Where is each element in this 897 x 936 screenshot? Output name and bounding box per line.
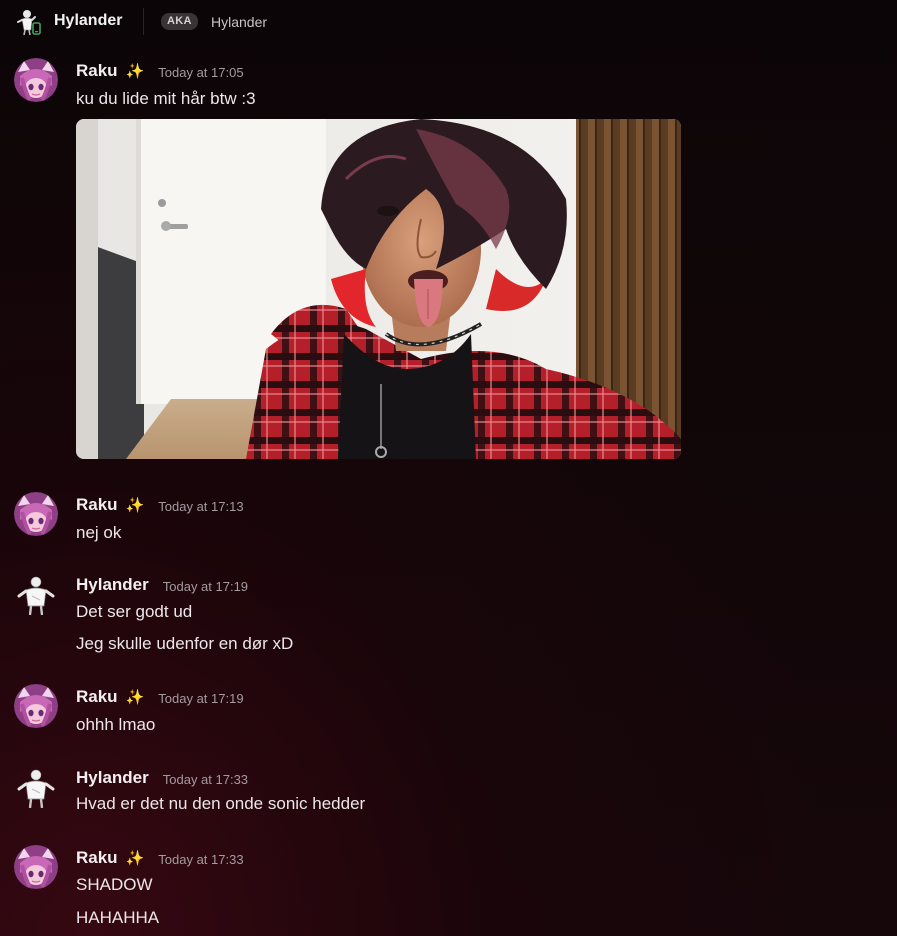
author-name[interactable]: Hylander xyxy=(76,575,149,595)
message-timestamp[interactable]: Today at 17:19 xyxy=(163,579,248,594)
raku-avatar[interactable] xyxy=(14,684,58,728)
sparkle-icon: ✨ xyxy=(125,63,145,80)
aka-badge: AKA xyxy=(161,13,198,30)
message-header: Raku ✨ Today at 17:33 xyxy=(76,847,244,869)
author-name[interactable]: Raku xyxy=(76,687,118,707)
author-name[interactable]: Raku xyxy=(76,848,118,868)
raku-avatar[interactable] xyxy=(14,492,58,536)
raku-avatar[interactable] xyxy=(14,58,58,102)
dm-user-avatar[interactable] xyxy=(16,8,44,36)
message-text: Hvad er det nu den onde sonic hedder xyxy=(76,794,366,813)
message-header: Hylander Today at 17:33 xyxy=(76,767,248,789)
message-timestamp[interactable]: Today at 17:19 xyxy=(158,691,243,706)
author-name[interactable]: Raku xyxy=(76,61,118,81)
image-attachment[interactable] xyxy=(76,119,681,459)
message-text: HAHAHHA xyxy=(76,908,160,927)
message-timestamp[interactable]: Today at 17:13 xyxy=(158,499,243,514)
raku-avatar[interactable] xyxy=(14,845,58,889)
hylander-avatar[interactable] xyxy=(14,572,58,616)
sparkle-icon: ✨ xyxy=(125,850,145,867)
aka-name[interactable]: Hylander xyxy=(211,14,267,30)
message-text: Jeg skulle udenfor en dør xD xyxy=(76,634,294,653)
message-text: ohhh lmao xyxy=(76,715,156,734)
message-text: SHADOW xyxy=(76,875,153,894)
message-text: nej ok xyxy=(76,523,122,542)
message-header: Raku ✨ Today at 17:05 xyxy=(76,60,244,82)
header-divider xyxy=(143,8,144,35)
message-timestamp[interactable]: Today at 17:33 xyxy=(158,852,243,867)
sparkle-icon: ✨ xyxy=(125,497,145,514)
message-header: Raku ✨ Today at 17:13 xyxy=(76,494,244,516)
channel-header: Hylander AKA Hylander xyxy=(0,0,897,44)
author-name[interactable]: Raku xyxy=(76,495,118,515)
message-text: ku du lide mit hår btw :3 xyxy=(76,89,256,108)
message-header: Hylander Today at 17:19 xyxy=(76,574,248,596)
message-text: Det ser godt ud xyxy=(76,602,193,621)
sparkle-icon: ✨ xyxy=(125,689,145,706)
hylander-avatar[interactable] xyxy=(14,765,58,809)
header-title: Hylander xyxy=(54,12,123,29)
message-header: Raku ✨ Today at 17:19 xyxy=(76,686,244,708)
message-timestamp[interactable]: Today at 17:05 xyxy=(158,65,243,80)
message-timestamp[interactable]: Today at 17:33 xyxy=(163,772,248,787)
author-name[interactable]: Hylander xyxy=(76,768,149,788)
